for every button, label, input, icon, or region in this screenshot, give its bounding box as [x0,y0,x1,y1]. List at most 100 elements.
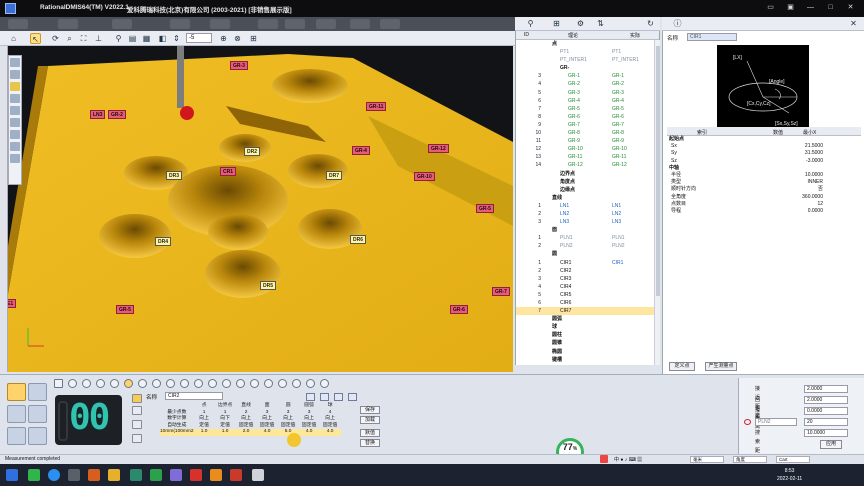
tree-filter-icon[interactable]: ⚲ [525,18,536,29]
feature-label[interactable]: DR6 [350,235,367,244]
tree-group[interactable]: 圆锥 [516,339,659,347]
tree-refresh-icon[interactable]: ↻ [645,18,656,29]
tree-item[interactable]: 1 LN1 LN1 [516,202,659,210]
angle-select[interactable]: 角度 [733,456,767,463]
tree-item[interactable]: PT1 PT1 [516,48,659,56]
tree-item[interactable]: 2 LN2 LN2 [516,210,659,218]
feature-label[interactable]: DR7 [326,171,343,180]
tree-group[interactable]: GR- [516,64,659,72]
tree-item[interactable]: 13 GR-11 GR-11 [516,153,659,161]
strategy-cell[interactable]: 4.0 [319,429,341,436]
tree-item[interactable]: 11 GR-9 GR-9 [516,137,659,145]
tool-cone-icon[interactable] [180,379,189,388]
tool-cluster-icon[interactable] [306,379,315,388]
input-method-icon[interactable] [600,455,608,463]
clock[interactable]: 8:53 2022-02-11 [777,467,802,483]
prop-row[interactable]: 半径 10.0000 [667,172,861,179]
feature-label[interactable]: DR2 [244,147,261,156]
prop-name-field[interactable]: CIR1 [687,33,737,41]
retract-field[interactable]: 2.0000 [804,396,848,404]
tree-scroll-thumb[interactable] [656,46,660,296]
tool-ellipse-icon[interactable] [194,379,203,388]
scan-mode-icon[interactable] [28,405,47,423]
tree-expand-icon[interactable]: ⊞ [551,18,562,29]
palette-tool-icon[interactable] [10,118,20,127]
prop-row[interactable]: 顺时针方向 否 [667,186,861,193]
tree-group[interactable]: 圆柱 [516,331,659,339]
palette-tool-icon[interactable] [10,70,20,79]
tree-group[interactable]: 点 [516,40,659,48]
param-icon[interactable] [132,406,142,415]
rationaldmis-icon[interactable] [252,469,264,481]
tree-item[interactable]: 14 GR-12 GR-12 [516,161,659,169]
menu-report-icon[interactable] [285,19,305,29]
app-icon[interactable] [130,469,142,481]
tool-pointer-icon[interactable] [54,379,63,388]
feature-label[interactable]: GR-2 [108,110,126,119]
palette-tool-icon[interactable] [10,106,20,115]
tree-item[interactable]: 2 PLN2 PLN2 [516,242,659,250]
palette-tool-icon[interactable] [10,130,20,139]
tree-item[interactable]: 7 CIR7 [516,307,659,316]
prop-row[interactable]: 导程 0.0000 [667,208,861,215]
prop-row[interactable]: 点数目 12 [667,201,861,208]
wps-icon[interactable] [230,469,242,481]
app-icon[interactable] [28,469,40,481]
tool-torus-icon[interactable] [222,379,231,388]
tree-sort-icon[interactable]: ⇅ [595,18,606,29]
depth-field[interactable]: 0.0000 [804,407,848,415]
zoom-icon[interactable]: ⌕ [64,33,75,44]
depth-icon[interactable]: ⇕ [171,33,182,44]
feature-label[interactable]: GR-4 [352,146,370,155]
machine-mode-icon[interactable] [28,427,47,445]
tree-item[interactable]: 1 CIR1 CIR1 [516,259,659,267]
prop-row[interactable]: 起始点 [667,136,861,143]
select-cursor-icon[interactable]: ↖ [30,33,41,44]
tree-group[interactable]: 键槽 [516,356,659,364]
tree-item[interactable]: 3 GR-1 GR-1 [516,72,659,80]
probe-icon[interactable]: ⚲ [113,33,124,44]
tree-item[interactable]: PT_INTER1 PT_INTER1 [516,56,659,64]
feature-label[interactable]: LN3 [90,110,106,119]
load-button[interactable]: 加载 [360,416,380,424]
props-close-icon[interactable]: ✕ [848,18,859,29]
tree-group[interactable]: 球 [516,323,659,331]
tree-group[interactable]: 边界点 [516,170,659,178]
tree-group[interactable]: 边缘点 [516,186,659,194]
depth-input[interactable]: -5 [186,33,212,43]
tree-group[interactable]: 面 [516,226,659,234]
palette-tool-icon[interactable] [10,142,20,151]
ime-toolbar-icon[interactable]: 中 ● ♪ ⌨ ▦ [614,456,642,463]
apply-button[interactable]: 应用 [820,440,842,449]
unit-select[interactable]: 毫米 [690,456,724,463]
replace-button[interactable]: 替换 [360,439,380,447]
tool-line-icon[interactable] [96,379,105,388]
app-icon[interactable] [88,469,100,481]
tree-group[interactable]: 直线 [516,194,659,202]
browser-icon[interactable] [48,469,60,481]
palette-tool-icon[interactable] [10,58,20,67]
folder-icon[interactable] [108,469,120,481]
feature-label[interactable]: GR-5 [476,204,494,213]
tree-group[interactable]: 圆 [516,250,659,258]
feature-label[interactable]: DR3 [166,171,183,180]
options-icon[interactable] [348,393,357,401]
save-button[interactable]: 保存 [360,406,380,414]
feature-label[interactable]: GR-12 [428,144,449,153]
feature-label[interactable]: DR5 [260,281,277,290]
fit-view-icon[interactable]: ⛶ [78,33,89,44]
tool-point-icon[interactable] [68,379,77,388]
axis-icon[interactable]: ⊥ [93,33,104,44]
manual-mode-icon[interactable] [7,383,26,401]
tool-slot-icon[interactable] [208,379,217,388]
tree-item[interactable]: 6 CIR6 [516,299,659,307]
menu-measure-icon[interactable] [170,19,190,29]
target-icon[interactable]: ⊗ [232,33,243,44]
feature-label[interactable]: GR-3 [230,61,248,70]
app-icon[interactable] [190,469,202,481]
param-icon[interactable] [132,420,142,429]
menu-view-icon[interactable] [112,19,132,29]
palette-tool-icon[interactable] [10,82,20,91]
app-icon[interactable] [210,469,222,481]
default-button[interactable]: 默值 [360,429,380,437]
